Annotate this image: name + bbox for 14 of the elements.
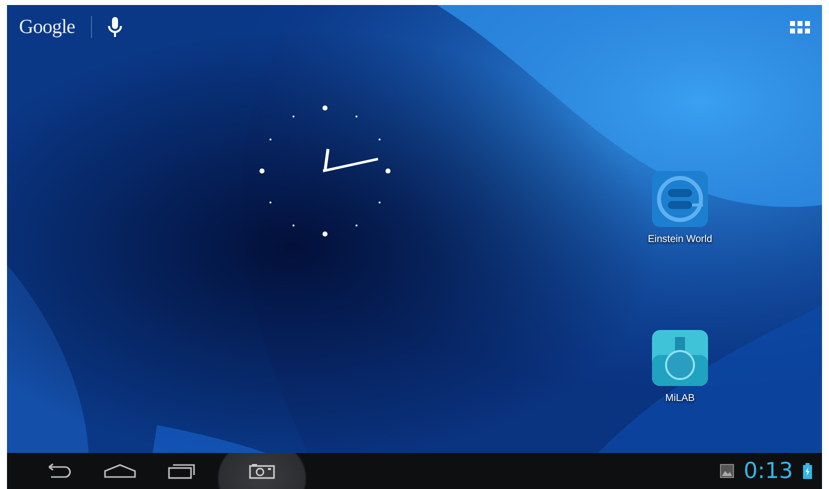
image-notification-icon[interactable] bbox=[720, 464, 734, 478]
search-bar-label[interactable]: Google bbox=[19, 16, 75, 38]
home-icon[interactable] bbox=[103, 463, 137, 479]
screenshot-button[interactable] bbox=[217, 453, 307, 489]
microphone-icon[interactable] bbox=[108, 17, 122, 37]
app-label[interactable]: MiLAB bbox=[665, 393, 695, 404]
recent-apps-icon[interactable] bbox=[167, 462, 197, 480]
app-icon[interactable] bbox=[651, 170, 709, 228]
battery-charging-icon bbox=[803, 463, 812, 479]
flask-icon[interactable] bbox=[651, 329, 709, 387]
apps-grid-icon[interactable] bbox=[790, 20, 810, 34]
status-time: 0:13 bbox=[744, 458, 793, 484]
app-label[interactable]: Einstein World bbox=[648, 234, 712, 245]
camera-icon bbox=[249, 463, 275, 479]
